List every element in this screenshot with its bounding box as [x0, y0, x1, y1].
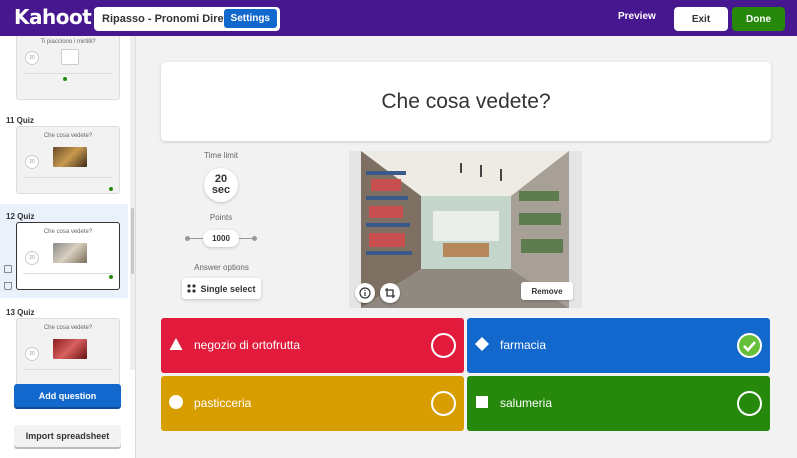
answer-options-selector[interactable]: Single select [182, 278, 261, 299]
correct-toggle[interactable] [431, 333, 456, 358]
grid-icon [187, 284, 197, 293]
points-max-dot[interactable] [252, 236, 257, 241]
add-question-button[interactable]: Add question [14, 384, 121, 407]
triangle-icon [169, 338, 183, 350]
circle-icon [169, 395, 183, 409]
answer-option-2[interactable]: farmacia [467, 318, 770, 373]
slide-thumbnail-13[interactable]: Che cosa vedete? 20 [16, 318, 120, 386]
answer-option-1[interactable]: negozio di ortofrutta [161, 318, 464, 373]
done-button[interactable]: Done [732, 7, 785, 31]
correct-toggle[interactable] [737, 391, 762, 416]
import-spreadsheet-button[interactable]: Import spreadsheet [14, 425, 121, 447]
question-text: Che cosa vedete? [381, 89, 551, 113]
sidebar-scrollbar[interactable] [130, 36, 135, 370]
slide-thumbnail-10[interactable]: Ti piacciono i mirtilli? 20 [16, 36, 120, 100]
thumbnail-answer-line [23, 73, 113, 74]
thumbnail-timer: 20 [25, 51, 39, 65]
thumbnail-image [53, 243, 87, 263]
answer-text[interactable]: farmacia [500, 338, 546, 352]
slide-thumbnail-11[interactable]: Che cosa vedete? 20 [16, 126, 120, 194]
correct-toggle[interactable] [737, 333, 762, 358]
remove-image-button[interactable]: Remove [521, 282, 573, 300]
answer-option-4[interactable]: salumeria [467, 376, 770, 431]
answer-options-label: Answer options [194, 263, 249, 272]
thumbnail-answer-line [23, 273, 113, 274]
answer-text[interactable]: salumeria [500, 396, 552, 410]
preview-button[interactable]: Preview [618, 11, 656, 22]
correct-answer-dot [109, 187, 113, 191]
duplicate-icon[interactable] [4, 265, 12, 273]
points-label: Points [209, 213, 233, 222]
thumbnail-timer: 20 [25, 251, 39, 265]
exit-button[interactable]: Exit [674, 7, 728, 31]
thumbnail-answer-line [23, 369, 113, 370]
top-bar: Kahoot! Ripasso - Pronomi Diretti Settin… [0, 0, 797, 36]
thumbnail-timer: 20 [25, 347, 39, 361]
trash-icon[interactable] [4, 282, 12, 290]
time-limit-label: Time limit [204, 151, 238, 160]
points-min-dot[interactable] [185, 236, 190, 241]
answer-type: Single select [200, 283, 256, 294]
correct-answer-dot [63, 77, 67, 81]
answer-text[interactable]: pasticceria [194, 396, 251, 410]
correct-toggle[interactable] [431, 391, 456, 416]
quiz-title: Ripasso - Pronomi Diretti [102, 13, 235, 25]
time-unit: sec [211, 184, 231, 196]
thumbnail-image [53, 147, 87, 167]
points-selector[interactable]: 1000 [203, 230, 239, 247]
slide-label-13: 13 Quiz [6, 308, 35, 317]
thumbnail-question: Che cosa vedete? [43, 325, 93, 331]
quiz-title-field[interactable]: Ripasso - Pronomi Diretti Settings [94, 7, 280, 31]
slide-label-11: 11 Quiz [6, 116, 35, 125]
settings-button[interactable]: Settings [223, 9, 277, 28]
thumbnail-question: Che cosa vedete? [43, 133, 93, 139]
thumbnail-question: Ti piacciono i mirtilli? [40, 39, 96, 45]
time-limit-selector[interactable]: 20 sec [204, 168, 238, 202]
diamond-icon [475, 337, 489, 351]
crop-icon[interactable] [380, 283, 400, 303]
answer-text[interactable]: negozio di ortofrutta [194, 338, 300, 352]
question-input[interactable]: Che cosa vedete? [161, 62, 771, 141]
thumbnail-answer-line [23, 177, 113, 178]
square-icon [476, 396, 488, 408]
thumbnail-question: Che cosa vedete? [43, 229, 93, 235]
correct-answer-dot [109, 275, 113, 279]
image-placeholder-icon [61, 49, 79, 65]
slide-sidebar: Ti piacciono i mirtilli? 20 11 Quiz Che … [0, 36, 136, 458]
slide-thumbnail-12[interactable]: Che cosa vedete? 20 [16, 222, 120, 290]
kahoot-logo[interactable]: Kahoot! [14, 5, 100, 29]
info-icon[interactable] [355, 283, 375, 303]
answer-option-3[interactable]: pasticceria [161, 376, 464, 431]
thumbnail-timer: 20 [25, 155, 39, 169]
thumbnail-image [53, 339, 87, 359]
sidebar-scroll-thumb[interactable] [131, 208, 134, 274]
slide-label-12: 12 Quiz [6, 212, 35, 221]
checkmark-icon [743, 341, 756, 352]
